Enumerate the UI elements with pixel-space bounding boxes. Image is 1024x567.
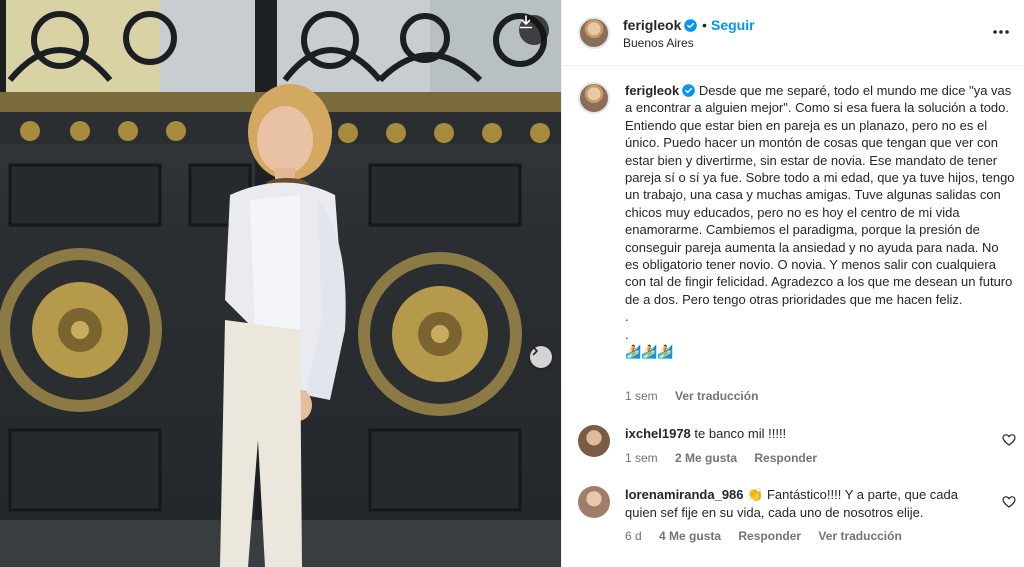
comment-body: ixchel1978 te banco mil !!!!! (625, 425, 985, 443)
commenter-avatar[interactable] (578, 425, 610, 457)
author-avatar[interactable] (578, 17, 610, 49)
post-header: ferigleok • Seguir Buenos Aires (562, 0, 1024, 66)
comment-likes[interactable]: 4 Me gusta (659, 529, 721, 543)
author-username-text[interactable]: ferigleok (623, 17, 681, 33)
author-username[interactable]: ferigleok (623, 17, 698, 33)
post-details-panel: ferigleok • Seguir Buenos Aires ferigleo… (561, 0, 1024, 567)
follow-button[interactable]: Seguir (711, 17, 755, 33)
caption-time[interactable]: 1 sem (625, 389, 658, 403)
comment-meta: 6 d 4 Me gusta Responder Ver traducción (625, 529, 916, 543)
reply-button[interactable]: Responder (754, 451, 817, 465)
heart-icon[interactable] (1002, 495, 1016, 509)
more-horizontal-icon[interactable] (991, 22, 1011, 42)
separator-dot: • (702, 17, 707, 33)
comment-time[interactable]: 6 d (625, 529, 642, 543)
comment-likes[interactable]: 2 Me gusta (675, 451, 737, 465)
photo-illustration (0, 0, 561, 567)
comment-meta: 1 sem 2 Me gusta Responder (625, 451, 831, 465)
caption-username[interactable]: ferigleok (625, 83, 679, 98)
comment-username[interactable]: ixchel1978 (625, 426, 691, 441)
post-location[interactable]: Buenos Aires (623, 36, 694, 50)
comment-text: te banco mil !!!!! (694, 426, 787, 441)
comment-translate-link[interactable]: Ver traducción (818, 529, 901, 543)
caption-translate-link[interactable]: Ver traducción (675, 389, 758, 403)
comment-time[interactable]: 1 sem (625, 451, 658, 465)
download-icon (519, 15, 533, 29)
heart-icon[interactable] (1002, 433, 1016, 447)
verified-badge-icon (684, 19, 698, 32)
chevron-right-icon (532, 346, 538, 356)
reply-button[interactable]: Responder (738, 529, 801, 543)
post-photo[interactable] (0, 0, 561, 567)
verified-badge-icon (682, 84, 695, 97)
download-button[interactable] (519, 15, 549, 45)
caption-author-avatar[interactable] (578, 82, 610, 114)
caption-meta: 1 sem Ver traducción (625, 389, 772, 403)
next-photo-button[interactable] (530, 346, 552, 368)
comment-body: lorenamiranda_986 👏 Fantástico!!!! Y a p… (625, 486, 985, 521)
caption-text: Desde que me separé, todo el mundo me di… (625, 83, 1015, 360)
comment-username[interactable]: lorenamiranda_986 (625, 487, 744, 502)
commenter-avatar[interactable] (578, 486, 610, 518)
caption-body: ferigleok Desde que me separé, todo el m… (625, 82, 1015, 361)
